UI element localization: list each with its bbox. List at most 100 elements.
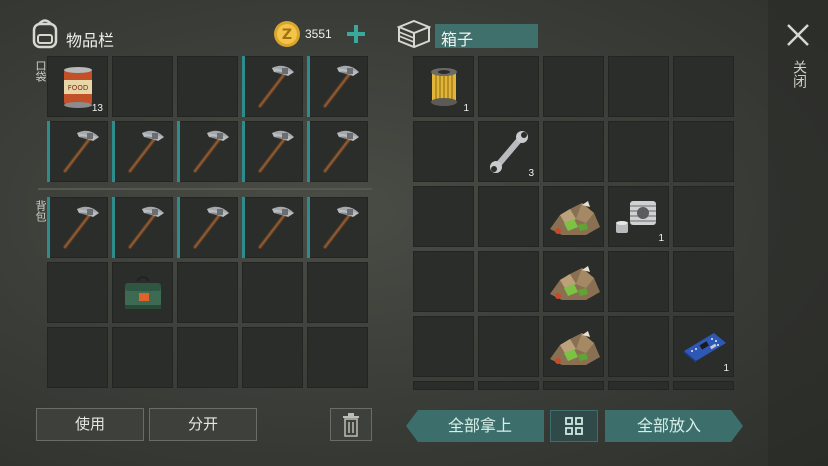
inventory-slot[interactable] — [478, 251, 539, 312]
pickaxe-icon — [307, 121, 368, 182]
inventory-slot[interactable] — [242, 56, 303, 117]
trash-button[interactable] — [330, 408, 372, 441]
take-all-button[interactable]: 全部拿上 — [406, 410, 544, 442]
inventory-slot[interactable] — [478, 186, 539, 247]
pickaxe-icon — [307, 197, 368, 258]
inventory-slot[interactable] — [543, 381, 604, 390]
split-button[interactable]: 分开 — [149, 408, 257, 441]
inventory-slot[interactable] — [608, 121, 669, 182]
ore-icon — [543, 251, 604, 312]
inventory-slot[interactable] — [307, 121, 368, 182]
inventory-slot[interactable] — [413, 251, 474, 312]
box-title-field[interactable]: 箱子 — [435, 24, 538, 49]
inventory-slot[interactable] — [47, 197, 108, 258]
inventory-slot[interactable] — [543, 251, 604, 312]
backpack-icon — [30, 17, 60, 49]
pickaxe-icon — [47, 121, 108, 182]
close-label[interactable]: 关闭 — [789, 60, 809, 88]
inventory-slot[interactable] — [47, 121, 108, 182]
inventory-slot[interactable] — [47, 262, 108, 323]
put-all-button[interactable]: 全部放入 — [605, 410, 743, 442]
divider — [38, 188, 372, 190]
pickaxe-icon — [307, 56, 368, 117]
inventory-slot[interactable] — [413, 316, 474, 377]
inventory-slot[interactable] — [112, 56, 173, 117]
put-all-label: 全部放入 — [636, 416, 701, 435]
coin-count: 3551 — [305, 27, 332, 41]
green-bag-icon — [112, 262, 173, 323]
item-count: 13 — [91, 103, 103, 114]
inventory-slot[interactable]: 1 — [673, 316, 734, 377]
inventory-slot[interactable]: FOOD 13 — [47, 56, 108, 117]
inventory-slot[interactable] — [543, 316, 604, 377]
inventory-slot[interactable]: 1 — [413, 56, 474, 117]
pickaxe-icon — [112, 197, 173, 258]
close-button[interactable] — [785, 22, 811, 48]
inventory-slot[interactable] — [177, 327, 238, 388]
inventory-slot[interactable] — [112, 121, 173, 182]
box-title: 箱子 — [441, 30, 474, 49]
inventory-slot[interactable] — [608, 56, 669, 117]
inventory-slot[interactable] — [307, 197, 368, 258]
coin-icon: Z — [273, 20, 301, 48]
inventory-slot[interactable] — [242, 262, 303, 323]
take-all-label: 全部拿上 — [447, 416, 512, 435]
item-count: 3 — [528, 168, 534, 179]
inventory-slot[interactable] — [478, 381, 539, 390]
inventory-slot[interactable] — [608, 251, 669, 312]
ore-icon — [543, 186, 604, 247]
inventory-slot[interactable] — [673, 381, 734, 390]
inventory-slot[interactable] — [242, 197, 303, 258]
inventory-slot[interactable] — [242, 327, 303, 388]
pickaxe-icon — [242, 56, 303, 117]
inventory-slot[interactable]: 1 — [608, 186, 669, 247]
inventory-slot[interactable] — [177, 262, 238, 323]
grid-icon — [565, 417, 583, 435]
svg-text:FOOD: FOOD — [67, 84, 87, 92]
trash-icon — [343, 413, 359, 437]
box-icon — [396, 19, 432, 49]
inventory-slot[interactable] — [478, 316, 539, 377]
inventory-slot[interactable] — [177, 121, 238, 182]
inventory-slot[interactable] — [307, 262, 368, 323]
inventory-slot[interactable] — [673, 56, 734, 117]
use-button[interactable]: 使用 — [36, 408, 144, 441]
inventory-slot[interactable] — [307, 327, 368, 388]
inventory-slot[interactable] — [608, 381, 669, 390]
inventory-slot[interactable] — [242, 121, 303, 182]
inventory-slot[interactable]: 3 — [478, 121, 539, 182]
item-count: 1 — [658, 233, 664, 244]
inventory-slot[interactable] — [608, 316, 669, 377]
inventory-slot[interactable] — [177, 197, 238, 258]
inventory-slot[interactable] — [47, 327, 108, 388]
inventory-slot[interactable] — [413, 121, 474, 182]
add-coins-button[interactable] — [345, 23, 367, 45]
item-count: 1 — [723, 363, 729, 374]
svg-text:Z: Z — [282, 27, 292, 43]
pickaxe-icon — [242, 121, 303, 182]
inventory-slot[interactable] — [413, 381, 474, 390]
inventory-slot[interactable] — [673, 121, 734, 182]
inventory-slot[interactable] — [307, 56, 368, 117]
close-icon — [787, 24, 809, 46]
item-count: 1 — [463, 103, 469, 114]
inventory-slot[interactable] — [478, 56, 539, 117]
inventory-slot[interactable] — [112, 327, 173, 388]
ore-icon — [543, 316, 604, 377]
pocket-label: 口袋 — [34, 60, 47, 82]
pickaxe-icon — [242, 197, 303, 258]
backpack-label: 背包 — [34, 200, 47, 222]
inventory-slot[interactable] — [543, 186, 604, 247]
inventory-slot[interactable] — [673, 186, 734, 247]
grid-view-button[interactable] — [550, 410, 598, 442]
inventory-slot[interactable] — [177, 56, 238, 117]
plus-icon — [347, 25, 365, 43]
inventory-slot[interactable] — [413, 186, 474, 247]
inventory-slot[interactable] — [112, 262, 173, 323]
inventory-slot[interactable] — [543, 56, 604, 117]
inventory-slot[interactable] — [673, 251, 734, 312]
inventory-slot[interactable] — [543, 121, 604, 182]
pickaxe-icon — [177, 121, 238, 182]
inventory-slot[interactable] — [112, 197, 173, 258]
pickaxe-icon — [177, 197, 238, 258]
